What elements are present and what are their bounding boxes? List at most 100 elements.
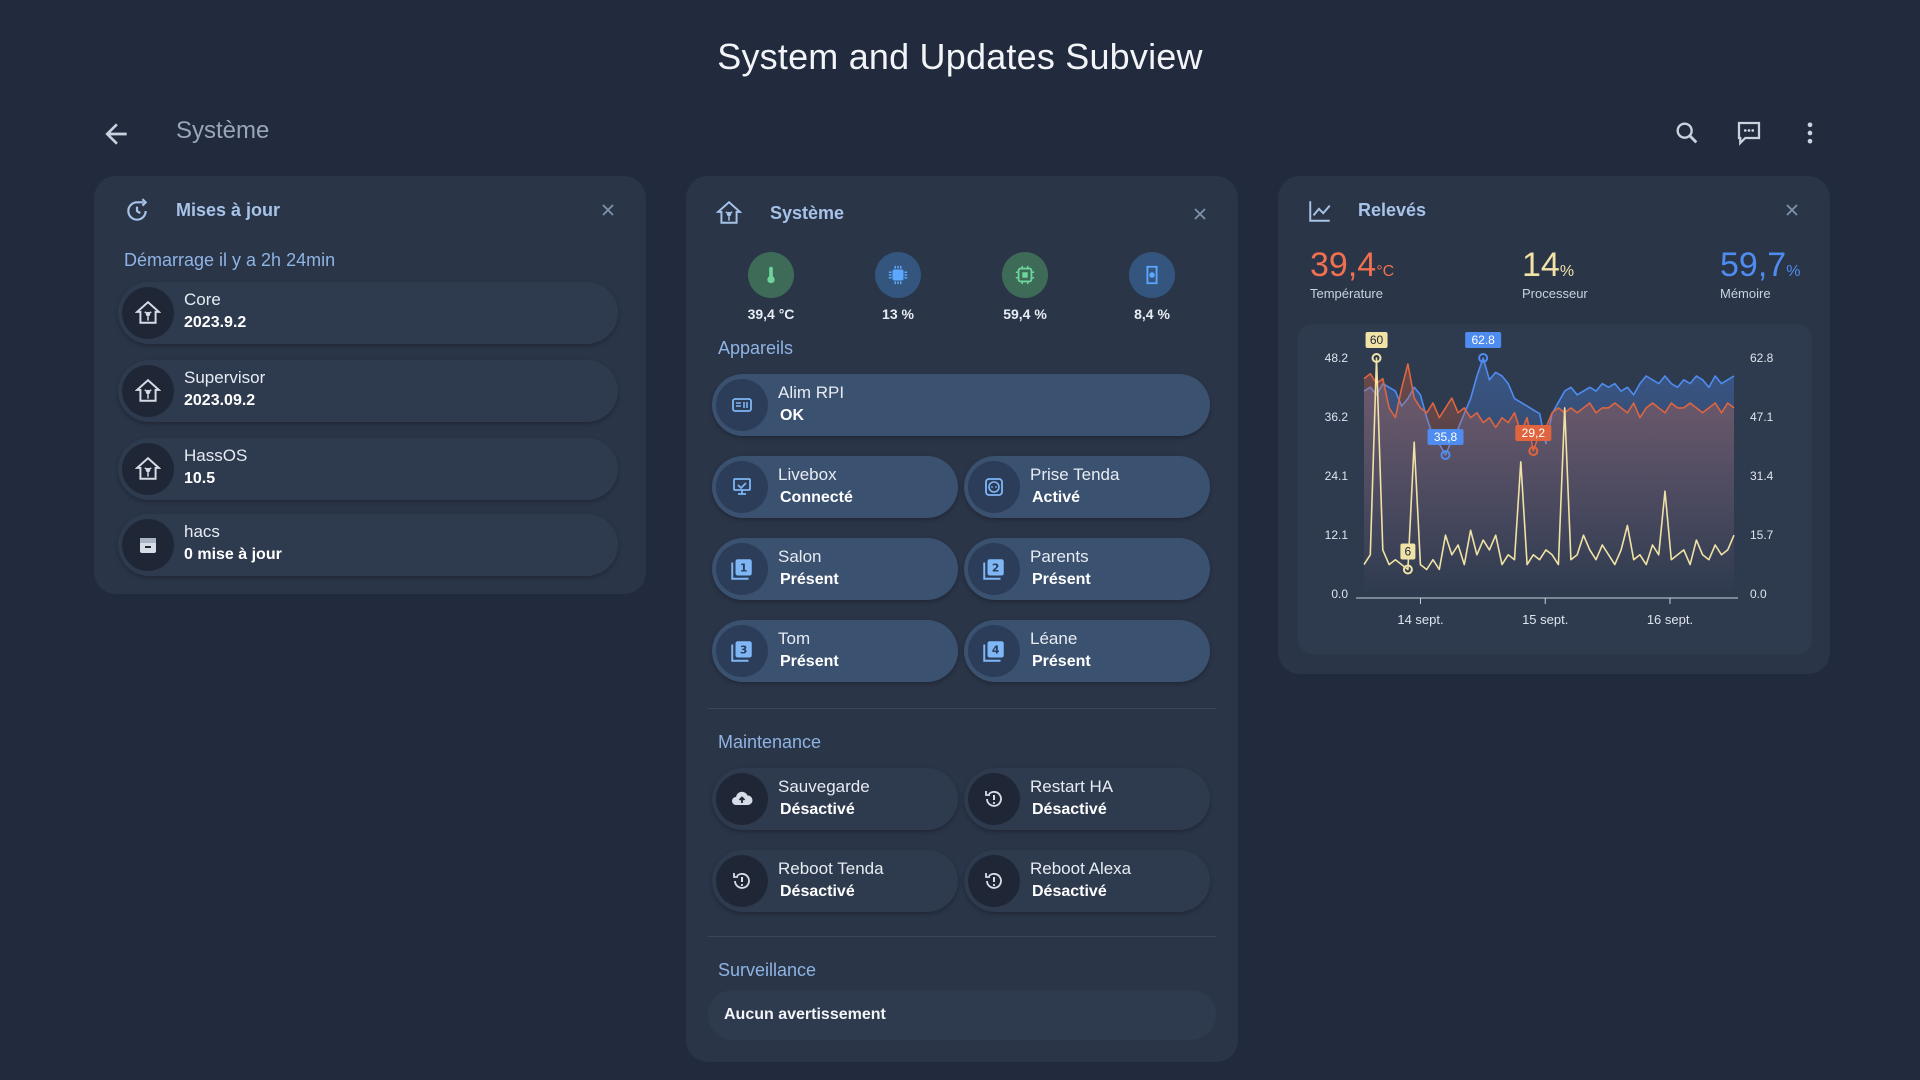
maintenance-name: Sauvegarde <box>778 777 870 796</box>
numeric-1-box-icon: 1 <box>716 543 768 595</box>
reading-label: Mémoire <box>1720 286 1771 301</box>
page-title: System and Updates Subview <box>717 36 1203 77</box>
reading-value: 14 <box>1522 246 1560 284</box>
device-tile-parents[interactable]: 2 Parents Présent <box>964 538 1210 600</box>
reading-temperature: 39,4°C Température <box>1310 246 1394 301</box>
update-name: Supervisor <box>184 368 266 387</box>
update-item-supervisor[interactable]: Supervisor 2023.09.2 <box>118 360 618 422</box>
svg-text:2: 2 <box>992 562 1000 575</box>
reading-processor: 14% Processeur <box>1522 246 1588 301</box>
y-left-tick-label: 12.1 <box>1325 528 1349 542</box>
close-icon[interactable] <box>1190 204 1210 224</box>
surveillance-text: Aucun avertissement <box>724 1006 886 1023</box>
maintenance-state: Désactivé <box>1032 801 1107 818</box>
device-tile-leane[interactable]: 4 Léane Présent <box>964 620 1210 682</box>
top-app-bar: Système <box>0 104 1920 160</box>
stat-disk: 8,4 % <box>1107 252 1197 322</box>
readings-title: Relevés <box>1358 200 1427 220</box>
device-name: Parents <box>1030 547 1089 566</box>
device-state: Connecté <box>780 489 853 506</box>
device-name: Prise Tenda <box>1030 465 1120 484</box>
bar-title: Système <box>176 117 270 144</box>
restart-alert-icon <box>968 855 1020 907</box>
device-tile-livebox[interactable]: Livebox Connecté <box>712 456 958 518</box>
maintenance-name: Reboot Tenda <box>778 859 884 878</box>
y-left-tick-label: 36.2 <box>1325 410 1349 424</box>
device-name: Salon <box>778 547 822 566</box>
annotation-label: 6 <box>1405 545 1412 559</box>
y-right-tick-label: 0.0 <box>1750 587 1767 601</box>
search-icon[interactable] <box>1670 116 1704 150</box>
maintenance-state: Désactivé <box>780 801 855 818</box>
more-vertical-icon[interactable] <box>1793 116 1827 150</box>
updates-card-header: Mises à jour <box>94 176 646 236</box>
y-left-tick-label: 24.1 <box>1325 469 1349 483</box>
maintenance-tile-reboot-alexa[interactable]: Reboot Alexa Désactivé <box>964 850 1210 912</box>
restart-alert-icon <box>716 855 768 907</box>
maintenance-tile-restart-ha[interactable]: Restart HA Désactivé <box>964 768 1210 830</box>
reading-value: 39,4 <box>1310 246 1377 284</box>
back-arrow-icon[interactable] <box>100 118 132 150</box>
device-state: Présent <box>1032 653 1091 670</box>
annotation-label: 62.8 <box>1471 333 1495 347</box>
stat-value: 59,4 % <box>1003 306 1047 322</box>
svg-text:4: 4 <box>992 644 1000 657</box>
y-right-tick-label: 15.7 <box>1750 528 1774 542</box>
svg-text:3: 3 <box>740 644 748 657</box>
divider <box>708 936 1216 937</box>
power-socket-icon <box>968 461 1020 513</box>
device-state: Activé <box>1032 489 1081 506</box>
package-icon <box>122 519 174 571</box>
system-card: Système 39,4 °C 13 % 59,4 % 8,4 % Appare… <box>686 176 1238 1062</box>
close-icon[interactable] <box>598 200 618 220</box>
stat-memory: 59,4 % <box>980 252 1070 322</box>
reading-unit: % <box>1559 263 1575 280</box>
home-assistant-icon <box>715 200 743 226</box>
memory-icon <box>1002 252 1048 298</box>
device-name: Alim RPI <box>778 383 845 402</box>
device-name: Léane <box>1030 629 1078 648</box>
stat-value: 13 % <box>882 306 914 322</box>
device-tile-prise-tenda[interactable]: Prise Tenda Activé <box>964 456 1210 518</box>
update-item-hacs[interactable]: hacs 0 mise à jour <box>118 514 618 576</box>
y-right-tick-label: 31.4 <box>1750 469 1774 483</box>
maintenance-tile-reboot-tenda[interactable]: Reboot Tenda Désactivé <box>712 850 958 912</box>
annotation-label: 60 <box>1370 333 1384 347</box>
y-left-tick-label: 0.0 <box>1331 587 1348 601</box>
y-right-tick-label: 62.8 <box>1750 351 1774 365</box>
numeric-3-box-icon: 3 <box>716 625 768 677</box>
maintenance-tile-sauvegarde[interactable]: Sauvegarde Désactivé <box>712 768 958 830</box>
update-version: 2023.09.2 <box>184 392 256 409</box>
update-name: hacs <box>184 522 220 541</box>
boot-uptime-text: Démarrage il y a 2h 24min <box>124 250 336 270</box>
device-tile-alim-rpi[interactable]: Alim RPI OK <box>712 374 1210 436</box>
annotation-label: 35,8 <box>1434 430 1458 444</box>
chart-line-icon <box>1307 198 1333 224</box>
svg-text:1: 1 <box>740 562 748 575</box>
system-card-header: Système <box>686 176 1238 236</box>
system-title: Système <box>770 203 845 223</box>
device-tile-salon[interactable]: 1 Salon Présent <box>712 538 958 600</box>
update-item-hassos[interactable]: HassOS 10.5 <box>118 438 618 500</box>
readings-card-header: Relevés <box>1278 176 1830 236</box>
device-state: OK <box>780 407 804 424</box>
update-item-core[interactable]: Core 2023.9.2 <box>118 282 618 344</box>
divider <box>708 708 1216 709</box>
y-right-tick-label: 47.1 <box>1750 410 1774 424</box>
comment-icon[interactable] <box>1732 116 1766 150</box>
sd-card-icon <box>1129 252 1175 298</box>
maintenance-state: Désactivé <box>780 883 855 900</box>
stat-value: 39,4 °C <box>747 306 795 322</box>
stat-temperature: 39,4 °C <box>726 252 816 322</box>
close-icon[interactable] <box>1782 200 1802 220</box>
y-left-tick-label: 48.2 <box>1325 351 1349 365</box>
device-name: Tom <box>778 629 811 648</box>
numeric-4-box-icon: 4 <box>968 625 1020 677</box>
device-tile-tom[interactable]: 3 Tom Présent <box>712 620 958 682</box>
maintenance-name: Reboot Alexa <box>1030 859 1132 878</box>
update-refresh-icon <box>124 198 150 224</box>
device-name: Livebox <box>778 465 837 484</box>
thermometer-icon <box>748 252 794 298</box>
stat-cpu: 13 % <box>853 252 943 322</box>
device-state: Présent <box>780 571 839 588</box>
